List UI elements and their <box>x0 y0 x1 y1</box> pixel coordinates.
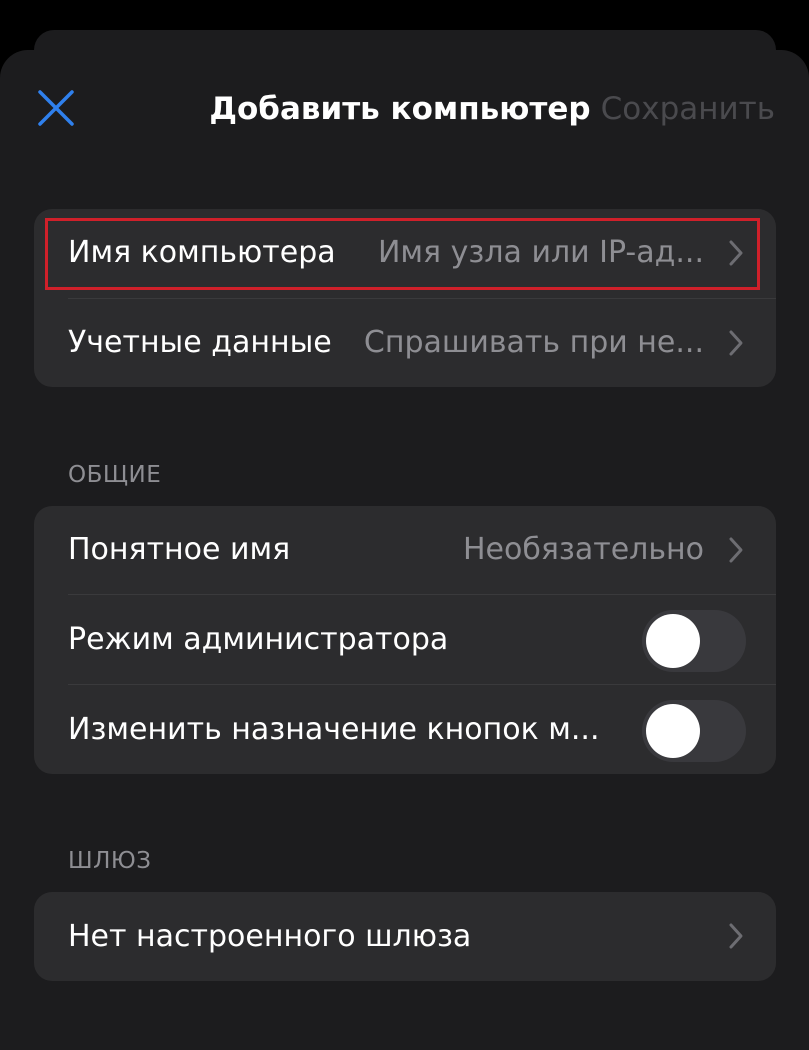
credentials-row[interactable]: Учетные данные Спрашивать при не... <box>34 299 776 387</box>
swap-buttons-toggle[interactable] <box>642 700 746 762</box>
gateway-row[interactable]: Нет настроенного шлюза <box>34 892 776 981</box>
friendly-name-label: Понятное имя <box>68 532 291 567</box>
pc-name-row[interactable]: Имя компьютера Имя узла или IP-ад... <box>34 209 776 297</box>
swap-buttons-row: Изменить назначение кнопок м... <box>34 685 776 774</box>
chevron-right-icon <box>729 923 743 949</box>
close-button[interactable] <box>36 88 76 128</box>
admin-mode-row: Режим администратора <box>34 595 776 685</box>
section-header-gateway: ШЛЮЗ <box>68 848 152 874</box>
chevron-right-icon <box>729 330 743 356</box>
admin-mode-label: Режим администратора <box>68 622 449 657</box>
credentials-label: Учетные данные <box>68 325 332 360</box>
credentials-value: Спрашивать при не... <box>363 325 704 360</box>
swap-buttons-label: Изменить назначение кнопок м... <box>68 712 600 747</box>
save-button[interactable]: Сохранить <box>601 86 775 132</box>
page-title: Добавить компьютер <box>209 91 591 127</box>
toggle-knob <box>646 614 700 668</box>
pc-name-placeholder: Имя узла или IP-ад... <box>377 235 704 270</box>
gateway-group: Нет настроенного шлюза <box>34 892 776 981</box>
gateway-value: Нет настроенного шлюза <box>68 919 472 954</box>
chevron-right-icon <box>729 240 743 266</box>
chevron-right-icon <box>729 537 743 563</box>
close-icon <box>38 90 74 126</box>
admin-mode-toggle[interactable] <box>642 610 746 672</box>
general-group: Понятное имя Необязательно Режим админис… <box>34 506 776 774</box>
connection-group: Имя компьютера Имя узла или IP-ад... Уче… <box>34 209 776 387</box>
toggle-knob <box>646 704 700 758</box>
friendly-name-value: Необязательно <box>462 532 704 567</box>
pc-name-label: Имя компьютера <box>68 235 336 270</box>
friendly-name-row[interactable]: Понятное имя Необязательно <box>34 506 776 594</box>
section-header-general: ОБЩИЕ <box>68 462 162 488</box>
